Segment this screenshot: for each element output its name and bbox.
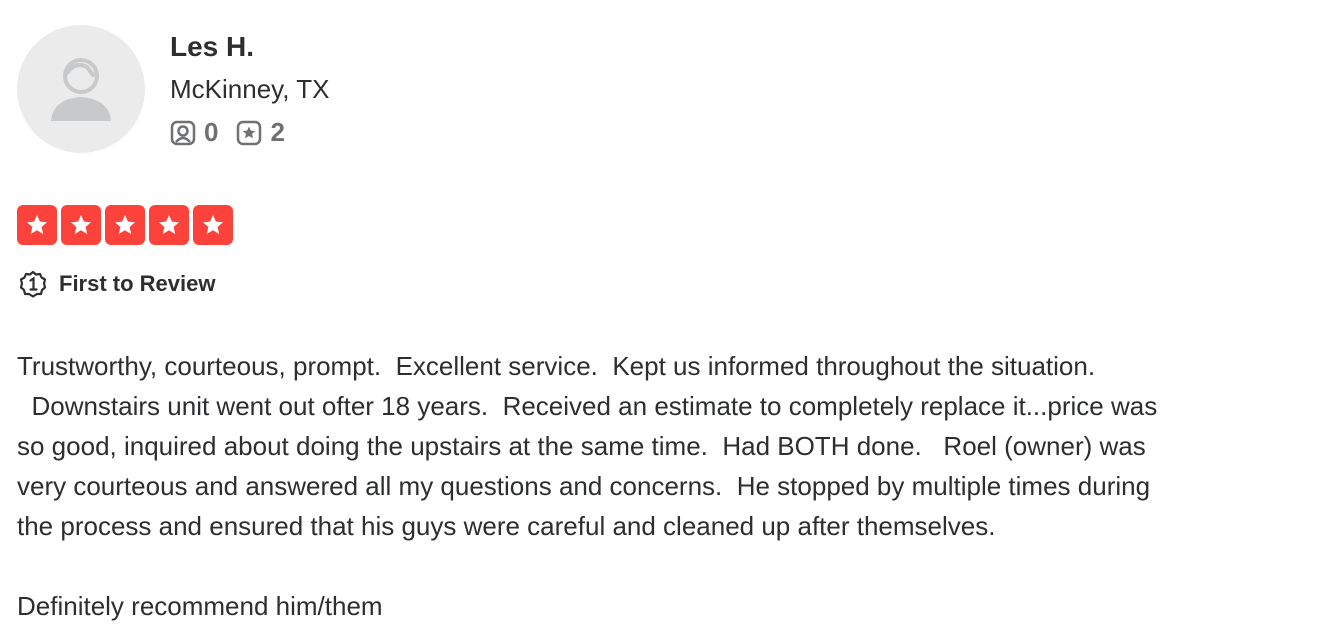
friends-stat: 0 xyxy=(170,117,218,148)
star-4 xyxy=(149,205,189,245)
review-line: so good, inquired about doing the upstai… xyxy=(17,431,1146,461)
user-name-link[interactable]: Les H. xyxy=(170,29,329,65)
star-rating xyxy=(17,205,1317,245)
reviews-count: 2 xyxy=(270,117,285,147)
star-icon xyxy=(203,215,223,234)
friends-icon xyxy=(170,120,196,145)
badge-label: First to Review xyxy=(59,271,216,296)
friends-count: 0 xyxy=(204,117,219,147)
first-to-review-badge: First to Review xyxy=(17,270,1317,298)
star-5 xyxy=(193,205,233,245)
star-icon xyxy=(115,215,135,234)
user-location: McKinney, TX xyxy=(170,74,330,104)
review-line: very courteous and answered all my quest… xyxy=(17,471,1151,501)
user-info: Les H. McKinney, TX 0 2 xyxy=(170,25,329,148)
star-3 xyxy=(105,205,145,245)
star-2 xyxy=(61,205,101,245)
star-icon xyxy=(27,215,47,234)
review-comment: Trustworthy, courteous, prompt. Excellen… xyxy=(17,346,1317,626)
review-closing-line: Definitely recommend him/them xyxy=(17,591,383,621)
user-passport: Les H. McKinney, TX 0 2 xyxy=(17,25,1317,153)
default-user-avatar-icon xyxy=(51,58,111,121)
review-card: Les H. McKinney, TX 0 2 First to Review … xyxy=(17,25,1317,626)
star-icon xyxy=(159,215,179,234)
first-to-review-icon xyxy=(19,270,47,298)
review-line: Downstairs unit went out ofter 18 years.… xyxy=(17,391,1158,421)
star-icon xyxy=(71,215,91,234)
review-line: the process and ensured that his guys we… xyxy=(17,511,996,541)
user-stats: 0 2 xyxy=(170,117,329,148)
review-line: Trustworthy, courteous, prompt. Excellen… xyxy=(17,351,1096,381)
star-1 xyxy=(17,205,57,245)
user-avatar[interactable] xyxy=(17,25,145,153)
reviews-stat: 2 xyxy=(236,117,285,148)
review-star-icon xyxy=(237,120,262,145)
